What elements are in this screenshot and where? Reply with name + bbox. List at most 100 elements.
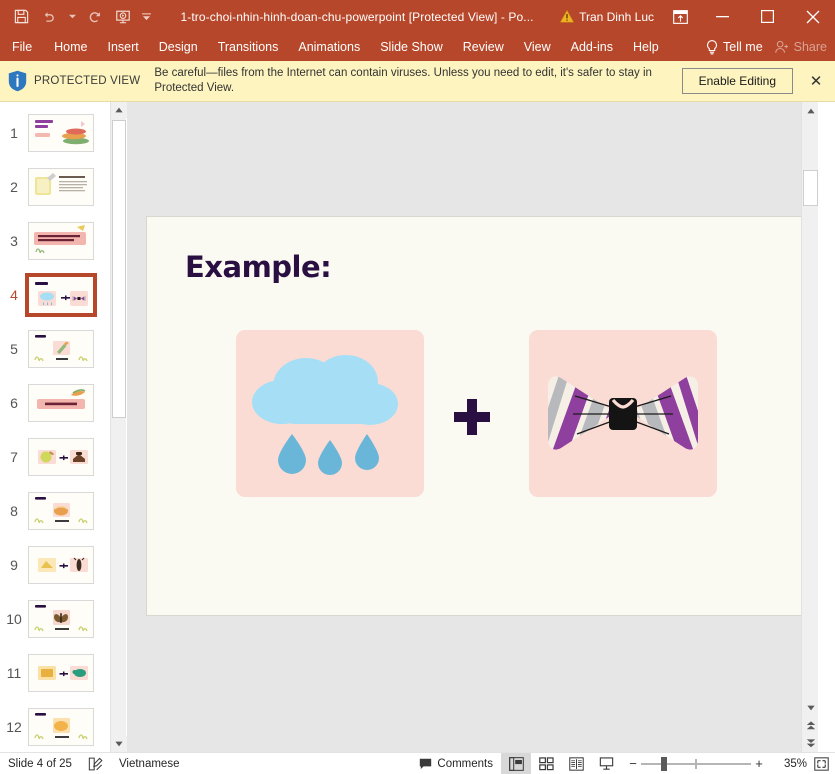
slide-thumbnail-preview[interactable]: [28, 546, 94, 584]
slide-thumbnail-5[interactable]: 5: [0, 322, 110, 376]
tell-me-button[interactable]: Tell me: [706, 40, 775, 55]
zoom-out-button[interactable]: −: [625, 756, 641, 771]
ribbon-tab-home[interactable]: Home: [44, 33, 97, 61]
powerpoint-window: 1-tro-choi-nhin-hinh-doan-chu-powerpoint…: [0, 0, 835, 774]
ribbon-tab-add-ins[interactable]: Add-ins: [561, 33, 623, 61]
account-indicator[interactable]: Tran Dinh Luc: [560, 10, 660, 24]
slide-thumbnail-preview[interactable]: [28, 654, 94, 692]
tell-me-label: Tell me: [723, 40, 763, 54]
start-from-beginning-icon[interactable]: [110, 5, 136, 29]
slide-counter[interactable]: Slide 4 of 25: [0, 753, 80, 774]
slide-thumbnail-10[interactable]: 10: [0, 592, 110, 646]
protected-view-label: PROTECTED VIEW: [34, 75, 154, 87]
slide-thumbnail-8[interactable]: 8: [0, 484, 110, 538]
slide-title[interactable]: Example:: [185, 250, 331, 284]
slide-thumbnail-preview[interactable]: [28, 222, 94, 260]
ribbon-display-options-button[interactable]: [660, 0, 700, 33]
rain-cloud-image[interactable]: [236, 330, 424, 497]
slide-thumbnail-preview[interactable]: [28, 168, 94, 206]
slide-thumbnail-4[interactable]: 4: [0, 268, 110, 322]
ribbon-tab-design[interactable]: Design: [149, 33, 208, 61]
slide-thumbnail-7[interactable]: 7: [0, 430, 110, 484]
account-name: Tran Dinh Luc: [579, 10, 654, 24]
accessibility-checker-icon[interactable]: [80, 753, 111, 774]
maximize-button[interactable]: [745, 0, 790, 33]
protected-view-message: Be careful—files from the Internet can c…: [154, 66, 674, 96]
enable-editing-button[interactable]: Enable Editing: [682, 68, 793, 94]
save-icon[interactable]: [8, 5, 34, 29]
slide-area-scrollbar[interactable]: [801, 102, 818, 752]
thumbnail-art: [29, 655, 93, 691]
slide-thumbnail-11[interactable]: 11: [0, 646, 110, 700]
scrollbar-thumb[interactable]: [803, 170, 818, 206]
ribbon-tab-file[interactable]: File: [0, 33, 44, 61]
zoom-slider-handle[interactable]: [661, 757, 667, 771]
fit-slide-to-window-icon[interactable]: [807, 757, 835, 771]
slide-thumbnail-preview[interactable]: [28, 438, 94, 476]
ribbon-tab-review[interactable]: Review: [453, 33, 514, 61]
close-button[interactable]: [790, 0, 835, 33]
normal-view-button[interactable]: [501, 753, 531, 774]
ribbon-tab-view[interactable]: View: [514, 33, 561, 61]
thumbnail-pane-scrollbar[interactable]: [110, 102, 126, 752]
slide-number-5: 5: [0, 341, 28, 357]
slide-thumbnail-preview[interactable]: [28, 708, 94, 746]
thumbnail-scrollbar-thumb[interactable]: [112, 120, 126, 418]
zoom-in-button[interactable]: +: [751, 756, 767, 771]
ribbon-tab-insert[interactable]: Insert: [98, 33, 149, 61]
slide-thumbnail-pane[interactable]: 1 2: [0, 102, 110, 752]
slide-number-11: 11: [0, 665, 28, 681]
slide-thumbnail-preview[interactable]: [28, 114, 94, 152]
slide-thumbnail-3[interactable]: 3: [0, 214, 110, 268]
undo-dropdown-icon[interactable]: [64, 5, 80, 29]
slide-number-3: 3: [0, 233, 28, 249]
plus-icon: [454, 399, 490, 435]
zoom-level-label[interactable]: 35%: [771, 758, 807, 770]
zoom-control[interactable]: − +: [621, 756, 771, 771]
scroll-down-icon[interactable]: [111, 736, 127, 752]
window-controls: [660, 0, 835, 33]
slide-thumbnail-9[interactable]: 9: [0, 538, 110, 592]
slide-thumbnail-2[interactable]: 2: [0, 160, 110, 214]
slide-number-9: 9: [0, 557, 28, 573]
close-banner-icon[interactable]: ✕: [803, 72, 829, 90]
slide-number-6: 6: [0, 395, 28, 411]
warning-icon: [560, 10, 574, 23]
customize-quick-access-toolbar-icon[interactable]: [138, 5, 154, 29]
share-button[interactable]: Share: [775, 40, 827, 54]
comment-bubble-icon: [419, 758, 432, 770]
previous-slide-icon[interactable]: [802, 717, 819, 734]
slide-thumbnail-6[interactable]: 6: [0, 376, 110, 430]
ribbon-tab-animations[interactable]: Animations: [288, 33, 370, 61]
ribbon-tab-slide-show[interactable]: Slide Show: [370, 33, 453, 61]
reading-view-button[interactable]: [561, 753, 591, 774]
ribbon-tab-help[interactable]: Help: [623, 33, 669, 61]
comments-button[interactable]: Comments: [411, 753, 501, 774]
bow-tie-image[interactable]: [529, 330, 717, 497]
slide-number-8: 8: [0, 503, 28, 519]
slide-thumbnail-12[interactable]: 12: [0, 700, 110, 752]
slide-thumbnail-1[interactable]: 1: [0, 106, 110, 160]
slide-thumbnail-preview[interactable]: [28, 330, 94, 368]
next-slide-icon[interactable]: [802, 735, 819, 752]
minimize-button[interactable]: [700, 0, 745, 33]
ribbon-tab-transitions[interactable]: Transitions: [208, 33, 289, 61]
language-indicator[interactable]: Vietnamese: [111, 753, 188, 774]
scroll-up-icon[interactable]: [111, 102, 127, 118]
slide-show-button[interactable]: [591, 753, 621, 774]
thumbnail-art: [29, 709, 93, 745]
slide-thumbnail-preview[interactable]: [28, 600, 94, 638]
slide-thumbnail-preview[interactable]: [28, 492, 94, 530]
thumbnail-art: [29, 547, 93, 583]
undo-icon[interactable]: [36, 5, 62, 29]
thumbnail-art: [29, 601, 93, 637]
redo-icon[interactable]: [82, 5, 108, 29]
slide-thumbnail-preview[interactable]: [28, 384, 94, 422]
scroll-down-icon[interactable]: [802, 699, 819, 716]
slide-thumbnail-preview-selected[interactable]: [28, 276, 94, 314]
current-slide[interactable]: Example:: [146, 216, 808, 616]
info-shield-icon: [0, 70, 34, 92]
scroll-up-icon[interactable]: [802, 102, 819, 119]
zoom-slider[interactable]: [641, 757, 751, 771]
slide-sorter-view-button[interactable]: [531, 753, 561, 774]
